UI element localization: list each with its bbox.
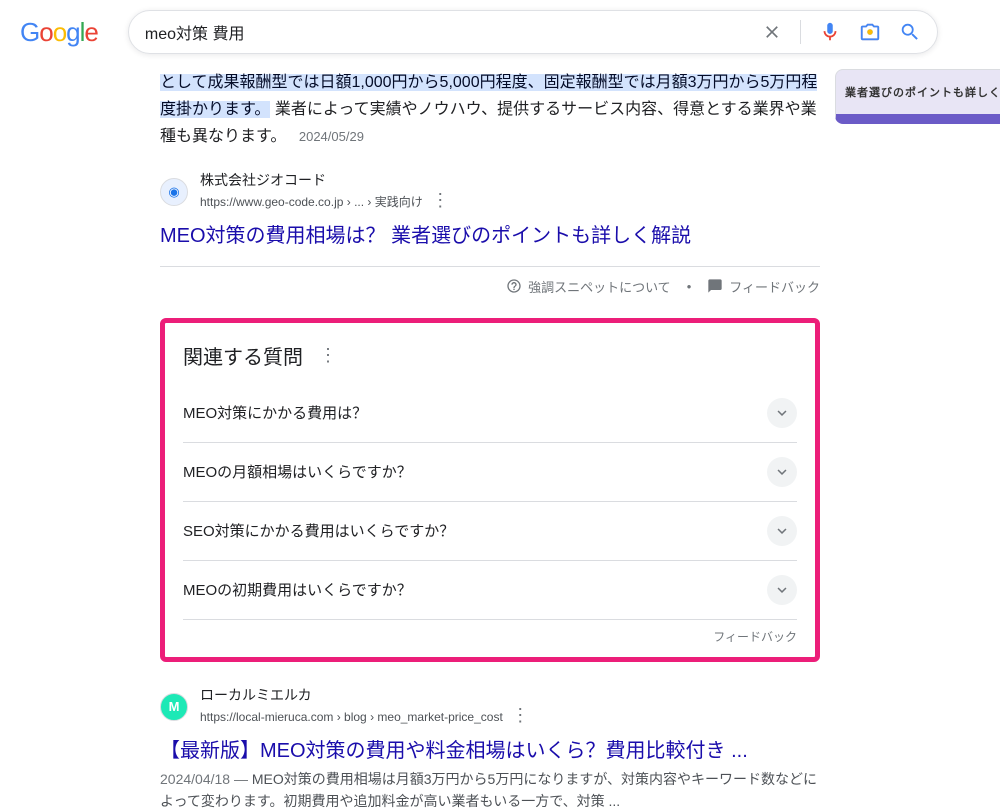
paa-question: MEO対策にかかる費用は？ <box>183 402 367 423</box>
result-title-link[interactable]: 【最新版】MEO対策の費用や料金相場はいくら？費用比較付き ... <box>160 734 820 763</box>
source-url: https://www.geo-code.co.jp › ... › 実践向け <box>200 195 423 209</box>
snippet-thumbnail[interactable]: 業者選びのポイントも詳しく解説 <box>835 69 1000 124</box>
divider <box>160 266 820 267</box>
chevron-down-icon <box>767 457 797 487</box>
source-name: ローカルミエルカ <box>200 686 529 704</box>
clear-icon[interactable] <box>762 22 782 42</box>
paa-item[interactable]: MEOの初期費用はいくらですか？ <box>183 561 797 620</box>
result-source: ◉ 株式会社ジオコード https://www.geo-code.co.jp ›… <box>160 171 820 213</box>
result-title-link[interactable]: MEO対策の費用相場は？ 業者選びのポイントも詳しく解説 <box>160 219 820 248</box>
paa-item[interactable]: MEO対策にかかる費用は？ <box>183 384 797 443</box>
paa-item[interactable]: MEOの月額相場はいくらですか？ <box>183 443 797 502</box>
search-input[interactable] <box>145 23 762 41</box>
snippet-date: 2024/05/29 <box>299 129 364 144</box>
paa-title: 関連する質問 <box>183 341 303 370</box>
more-icon[interactable]: ⋮ <box>431 190 449 210</box>
image-search-icon[interactable] <box>859 21 881 43</box>
paa-item[interactable]: SEO対策にかかる費用はいくらですか？ <box>183 502 797 561</box>
featured-snippet: 業者選びのポイントも詳しく解説 として成果報酬型では日額1,000円から5,00… <box>160 69 820 151</box>
search-icon[interactable] <box>899 21 921 43</box>
source-name: 株式会社ジオコード <box>200 171 449 189</box>
paa-question: MEOの初期費用はいくらですか？ <box>183 579 412 600</box>
divider <box>800 20 801 44</box>
result-description: 2024/04/18 — MEO対策の費用相場は月額3万円から5万円になりますが… <box>160 768 820 812</box>
source-url: https://local-mieruca.com › blog › meo_m… <box>200 710 503 724</box>
more-icon[interactable]: ⋮ <box>319 345 337 366</box>
search-result: M ローカルミエルカ https://local-mieruca.com › b… <box>160 686 820 812</box>
search-results: 業者選びのポイントも詳しく解説 として成果報酬型では日額1,000円から5,00… <box>160 64 820 812</box>
separator: • <box>687 279 692 294</box>
voice-search-icon[interactable] <box>819 21 841 43</box>
people-also-ask-box: 関連する質問 ⋮ MEO対策にかかる費用は？ MEOの月額相場はいくらですか？ … <box>160 318 820 662</box>
chevron-down-icon <box>767 516 797 546</box>
snippet-footer: 強調スニペットについて • フィードバック <box>160 277 820 296</box>
chevron-down-icon <box>767 398 797 428</box>
chevron-down-icon <box>767 575 797 605</box>
favicon-icon: ◉ <box>160 178 188 206</box>
search-bar <box>128 10 938 54</box>
about-snippet-link[interactable]: 強調スニペットについて <box>506 277 671 296</box>
google-logo[interactable]: Google <box>20 17 98 48</box>
paa-question: SEO対策にかかる費用はいくらですか？ <box>183 520 454 541</box>
more-icon[interactable]: ⋮ <box>511 705 529 725</box>
feedback-link[interactable]: フィードバック <box>707 277 820 296</box>
favicon-icon: M <box>160 693 188 721</box>
paa-question: MEOの月額相場はいくらですか？ <box>183 461 412 482</box>
paa-feedback-link[interactable]: フィードバック <box>183 628 797 645</box>
header: Google <box>0 0 1000 64</box>
